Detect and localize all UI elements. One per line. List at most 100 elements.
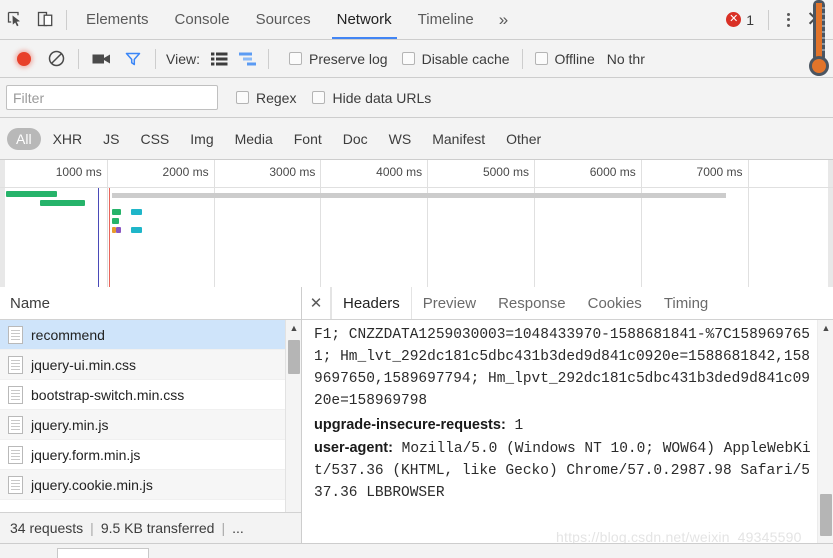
detail-scrollbar[interactable]: ▲ ▼	[817, 320, 833, 558]
header-value-upgrade-insecure-requests: 1	[514, 418, 524, 434]
timeline-tick-label: 6000 ms	[589, 165, 636, 179]
network-overview-timeline[interactable]: 1000 ms 2000 ms 3000 ms 4000 ms 5000 ms 6000 …	[0, 160, 833, 288]
request-row[interactable]: recommend	[0, 320, 301, 350]
request-row[interactable]: jquery.form.min.js	[0, 440, 301, 470]
request-row[interactable]: jquery-ui.min.css	[0, 350, 301, 380]
toolbar-divider-4	[521, 48, 523, 69]
type-filter-other[interactable]: Other	[497, 128, 550, 150]
request-row-name: jquery.min.js	[31, 416, 109, 433]
inspect-element-icon[interactable]	[0, 6, 30, 34]
capture-screenshots-button[interactable]	[85, 44, 117, 74]
type-filter-img[interactable]: Img	[181, 128, 222, 150]
header-name-upgrade-insecure-requests: upgrade-insecure-requests:	[314, 417, 506, 433]
tabstrip-right-group: ✕ 1 ✕	[718, 0, 833, 39]
request-list-scroll-thumb[interactable]	[288, 340, 300, 374]
detail-tabstrip: ✕ Headers Preview Response Cookies Timin…	[302, 287, 833, 320]
request-list-pane: Name recommend jquery-ui.min.css bootstrap…	[0, 287, 302, 558]
request-row[interactable]: bootstrap-switch.min.css	[0, 380, 301, 410]
error-icon: ✕	[726, 12, 742, 27]
tabstrip-right-divider	[768, 9, 769, 30]
tab-network[interactable]: Network	[324, 0, 405, 39]
detail-scroll-up-arrow-icon[interactable]: ▲	[818, 320, 833, 336]
kebab-dot-2	[786, 18, 790, 21]
type-filter-ws[interactable]: WS	[380, 128, 421, 150]
network-toolbar: View: Preserve log Disable cache Offline…	[0, 40, 833, 78]
document-icon	[8, 325, 23, 344]
filter-input[interactable]	[6, 85, 218, 110]
device-toolbar-icon[interactable]	[30, 6, 60, 34]
tab-elements[interactable]: Elements	[73, 0, 162, 39]
type-filter-font[interactable]: Font	[285, 128, 331, 150]
drawer-input-field[interactable]	[57, 548, 149, 558]
detail-tab-headers[interactable]: Headers	[331, 287, 412, 319]
offline-checkbox[interactable]: Offline	[534, 51, 595, 67]
record-icon	[17, 51, 31, 66]
throttling-select[interactable]: No thr	[607, 51, 645, 67]
detail-tab-timing-label: Timing	[663, 294, 709, 312]
cookie-header-continuation: F1; CNZZDATA1259030003=1048433970-158868…	[314, 327, 810, 409]
preserve-log-checkbox[interactable]: Preserve log	[288, 51, 388, 67]
document-icon	[8, 475, 23, 494]
header-name-user-agent: user-agent:	[314, 440, 393, 456]
detail-tab-preview-label: Preview	[422, 294, 477, 312]
toolbar-divider-2	[155, 48, 156, 69]
clear-icon	[48, 50, 64, 67]
clear-button[interactable]	[40, 44, 72, 74]
hide-data-urls-checkbox[interactable]: Hide data URLs	[312, 90, 431, 106]
tab-sources[interactable]: Sources	[243, 0, 324, 39]
request-row[interactable]: jquery.min.js	[0, 410, 301, 440]
type-filter-media[interactable]: Media	[226, 128, 282, 150]
tab-console[interactable]: Console	[162, 0, 243, 39]
document-icon	[8, 445, 23, 464]
toolbar-divider-1	[78, 48, 79, 69]
type-filter-xhr[interactable]: XHR	[44, 128, 92, 150]
type-filter-js[interactable]: JS	[94, 128, 128, 150]
detail-tab-response[interactable]: Response	[487, 287, 577, 319]
timeline-tick	[106, 160, 108, 287]
detail-tab-cookies[interactable]: Cookies	[577, 287, 653, 319]
error-badge[interactable]: ✕ 1	[718, 12, 762, 28]
view-waterfall-button[interactable]	[234, 45, 262, 73]
more-tabs-glyph: »	[498, 9, 509, 29]
device-toolbar-glyph	[37, 11, 52, 27]
type-filter-css[interactable]: CSS	[131, 128, 178, 150]
type-filter-all[interactable]: All	[7, 127, 41, 150]
type-filter-doc[interactable]: Doc	[334, 128, 377, 150]
status-overflow: ...	[232, 520, 244, 536]
tab-timeline[interactable]: Timeline	[405, 0, 487, 39]
disable-cache-checkbox[interactable]: Disable cache	[401, 50, 510, 67]
request-list-scrollbar[interactable]: ▲ ▼	[285, 320, 301, 524]
filter-toggle-button[interactable]	[117, 44, 149, 74]
close-detail-icon[interactable]: ✕	[302, 287, 331, 319]
request-list-header[interactable]: Name	[0, 287, 301, 320]
more-tabs-chevron-icon[interactable]: »	[487, 0, 520, 39]
disable-cache-label: Disable cache	[421, 50, 510, 67]
timeline-tick-label: 7000 ms	[696, 165, 743, 179]
request-row-name: bootstrap-switch.min.css	[31, 386, 185, 403]
waterfall-total-bar	[112, 193, 727, 198]
timeline-tick-label: 1000 ms	[55, 165, 102, 179]
timeline-tick-label: 3000 ms	[269, 165, 316, 179]
tab-elements-label: Elements	[86, 11, 149, 28]
request-row[interactable]: jquery.cookie.min.js	[0, 470, 301, 500]
waterfall-request-bar	[112, 209, 121, 215]
timeline-tick	[320, 160, 322, 287]
detail-tab-preview[interactable]: Preview	[412, 287, 487, 319]
tab-console-label: Console	[174, 11, 230, 28]
kebab-menu-icon[interactable]	[775, 6, 801, 34]
header-entry-user-agent: user-agent: Mozilla/5.0 (Windows NT 10.0…	[314, 437, 815, 504]
timeline-tick	[747, 160, 749, 287]
close-devtools-icon[interactable]: ✕	[801, 6, 829, 34]
detail-tab-timing[interactable]: Timing	[653, 287, 719, 319]
status-request-count: 34 requests	[10, 520, 84, 536]
request-row-name: jquery-ui.min.css	[31, 356, 137, 373]
list-view-icon	[211, 52, 228, 65]
scroll-up-arrow-icon[interactable]: ▲	[286, 320, 301, 336]
detail-scroll-thumb[interactable]	[820, 494, 832, 536]
type-filter-manifest[interactable]: Manifest	[423, 128, 494, 150]
record-button[interactable]	[8, 44, 40, 74]
detail-tab-cookies-label: Cookies	[587, 294, 642, 312]
request-list-rows: recommend jquery-ui.min.css bootstrap-swit…	[0, 320, 301, 524]
regex-checkbox[interactable]: Regex	[236, 90, 296, 106]
view-list-button[interactable]	[206, 45, 234, 73]
